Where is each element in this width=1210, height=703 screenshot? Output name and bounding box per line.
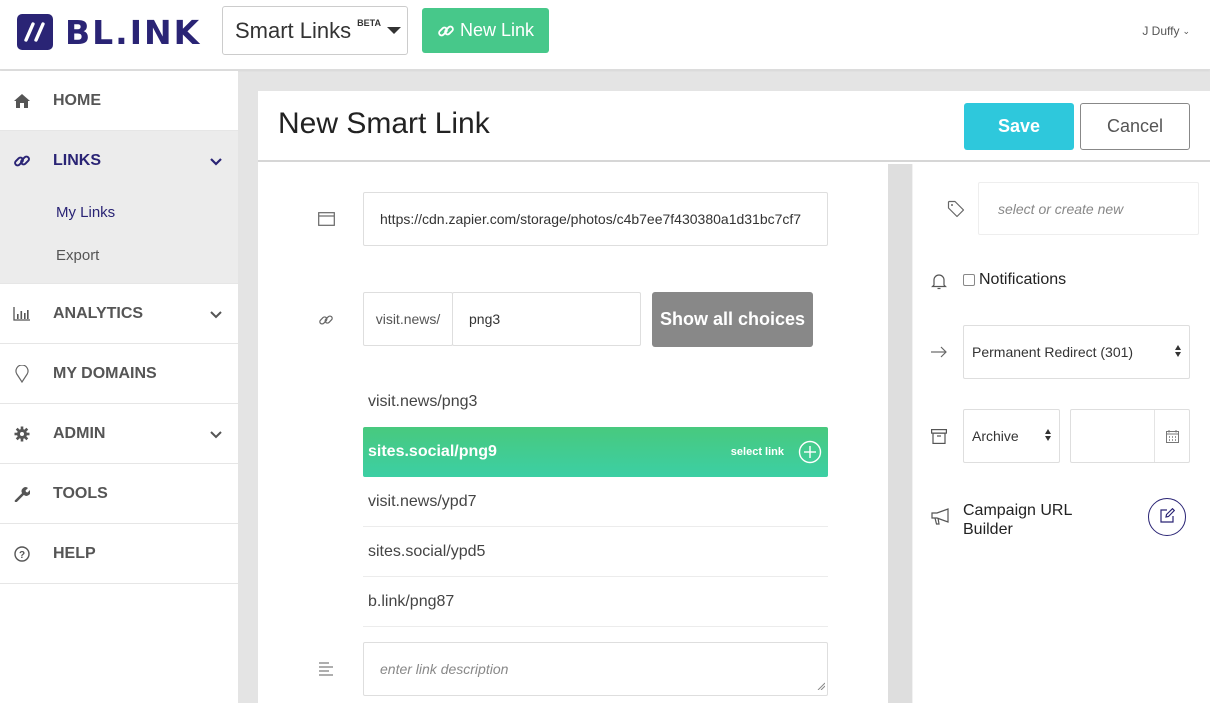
caret-down-icon: [387, 27, 401, 34]
sidebar-subitem-my-links[interactable]: My Links: [0, 191, 238, 234]
link-choice[interactable]: b.link/png87: [363, 577, 828, 627]
beta-badge: BETA: [357, 17, 381, 28]
bar-chart-icon: [12, 304, 32, 324]
archive-action-select[interactable]: Archive: [963, 409, 1060, 463]
sidebar: HOME LINKS My Links Export ANALYTICS MY …: [0, 71, 238, 703]
link-choice-text: b.link/png87: [368, 592, 455, 610]
new-smart-link-panel: New Smart Link Save Cancel https://cdn.z…: [258, 91, 1210, 703]
edit-icon: [1159, 507, 1175, 526]
home-icon: [12, 91, 32, 111]
sidebar-item-label: ANALYTICS: [53, 304, 144, 322]
calendar-icon[interactable]: [1154, 410, 1189, 462]
logo-mark-icon: [17, 14, 53, 50]
archive-date-input[interactable]: [1070, 409, 1190, 463]
slug-input[interactable]: png3: [452, 292, 641, 346]
link-choice-text: sites.social/ypd5: [368, 542, 486, 560]
sidebar-item-label: TOOLS: [53, 484, 108, 502]
redirect-type-value: Permanent Redirect (301): [972, 344, 1134, 360]
column-divider-line: [912, 164, 913, 703]
logo-text: BL.INK: [65, 12, 202, 52]
link-icon: [12, 151, 32, 171]
archive-box-icon: [929, 426, 949, 446]
sidebar-item-analytics[interactable]: ANALYTICS: [0, 284, 238, 344]
top-bar: BL.INK Smart Links BETA New Link J Duffy…: [0, 0, 1210, 70]
tags-input[interactable]: select or create new: [978, 182, 1199, 235]
link-choice[interactable]: sites.social/ypd5: [363, 527, 828, 577]
text-align-icon: [316, 659, 336, 679]
domain-prefix-selector[interactable]: visit.news/: [363, 292, 453, 346]
link-description-input[interactable]: enter link description: [363, 642, 828, 696]
tag-icon: [946, 199, 966, 219]
cancel-button[interactable]: Cancel: [1080, 103, 1190, 150]
link-icon: [437, 22, 455, 40]
arrow-right-icon: [929, 342, 949, 362]
chevron-down-icon[interactable]: [210, 306, 222, 324]
sidebar-subitem-export[interactable]: Export: [0, 234, 238, 277]
archive-action-value: Archive: [972, 428, 1019, 444]
chevron-down-icon: ⌄: [1182, 25, 1190, 36]
panel-header: New Smart Link Save Cancel: [258, 91, 1210, 162]
sidebar-item-admin[interactable]: ADMIN: [0, 404, 238, 464]
megaphone-icon: [931, 506, 951, 526]
notifications-label: Notifications: [979, 271, 1067, 288]
new-link-label: New Link: [459, 20, 535, 40]
link-icon: [316, 310, 336, 330]
user-name: J Duffy: [1142, 24, 1180, 38]
new-link-button[interactable]: New Link: [422, 8, 549, 53]
sidebar-item-label: ADMIN: [53, 424, 106, 442]
select-arrows-icon: [1175, 345, 1181, 357]
bell-icon: [929, 271, 949, 291]
select-link-hint: select link: [730, 446, 784, 458]
sidebar-item-label: HELP: [53, 544, 96, 562]
wrench-icon: [12, 484, 32, 504]
link-choice-text: visit.news/png3: [368, 393, 478, 410]
link-choice-text: visit.news/ypd7: [368, 492, 477, 510]
sidebar-item-home[interactable]: HOME: [0, 71, 238, 131]
sidebar-item-tools[interactable]: TOOLS: [0, 464, 238, 524]
sidebar-item-label: HOME: [53, 91, 101, 109]
sidebar-item-label: MY DOMAINS: [53, 364, 157, 382]
notifications-toggle[interactable]: Notifications: [963, 271, 1066, 289]
column-divider: [888, 164, 913, 703]
sidebar-group-links: LINKS My Links Export: [0, 131, 238, 284]
show-all-choices-button[interactable]: Show all choices: [652, 292, 813, 347]
user-menu[interactable]: J Duffy ⌄: [1142, 24, 1190, 38]
sidebar-item-label: LINKS: [53, 152, 101, 169]
plus-circle-icon[interactable]: [798, 440, 822, 469]
sidebar-item-help[interactable]: ? HELP: [0, 524, 238, 584]
save-button[interactable]: Save: [964, 103, 1074, 150]
svg-text:?: ?: [19, 550, 25, 561]
chevron-down-icon[interactable]: [210, 426, 222, 444]
link-choice-text: sites.social/png9: [368, 443, 497, 460]
link-choice[interactable]: visit.news/ypd7: [363, 477, 828, 527]
browser-window-icon: [316, 209, 336, 229]
link-choice[interactable]: visit.news/png3: [363, 377, 828, 427]
chevron-down-icon[interactable]: [210, 153, 222, 171]
map-pin-icon: [12, 364, 32, 384]
campaign-url-builder-button[interactable]: [1148, 498, 1186, 536]
page-title: New Smart Link: [278, 107, 490, 140]
product-selector-label: Smart Links: [235, 17, 352, 43]
sidebar-item-links[interactable]: LINKS: [0, 131, 238, 191]
product-selector[interactable]: Smart Links BETA: [222, 6, 408, 55]
help-circle-icon: ?: [12, 544, 32, 564]
select-arrows-icon: [1045, 429, 1051, 441]
description-placeholder: enter link description: [380, 661, 509, 677]
destination-url-input[interactable]: https://cdn.zapier.com/storage/photos/c4…: [363, 192, 828, 246]
logo[interactable]: BL.INK: [17, 12, 202, 52]
gear-icon: [12, 424, 32, 444]
campaign-url-builder-label: Campaign URL Builder: [963, 502, 1072, 538]
notifications-checkbox[interactable]: [963, 274, 975, 286]
link-choice-selected[interactable]: sites.social/png9 select link: [363, 427, 828, 477]
sidebar-item-my-domains[interactable]: MY DOMAINS: [0, 344, 238, 404]
resize-grip-icon[interactable]: [817, 677, 826, 693]
redirect-type-select[interactable]: Permanent Redirect (301): [963, 325, 1190, 379]
